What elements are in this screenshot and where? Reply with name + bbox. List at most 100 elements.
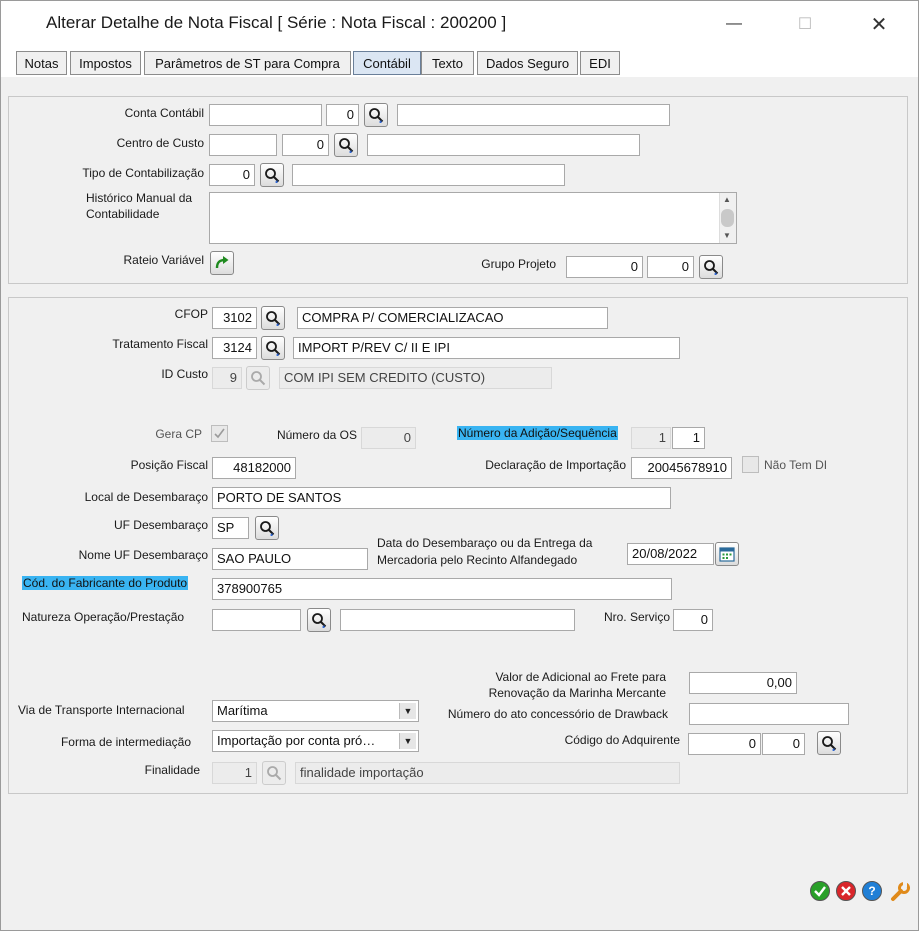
via-transporte-label: Via de Transporte Internacional xyxy=(18,703,185,717)
historico-scrollbar[interactable]: ▲ ▼ xyxy=(719,193,736,243)
grupo-projeto-field-2[interactable]: 0 xyxy=(647,256,694,278)
scroll-up-icon[interactable]: ▲ xyxy=(723,195,731,204)
ok-button[interactable] xyxy=(810,881,830,901)
forma-intermediacao-label: Forma de intermediação xyxy=(60,735,191,749)
cod-fabricante-field[interactable]: 378900765 xyxy=(212,578,672,600)
tab-parametros-st[interactable]: Parâmetros de ST para Compra xyxy=(144,51,351,75)
grupo-projeto-field-1[interactable]: 0 xyxy=(566,256,643,278)
centro-custo-description-field[interactable] xyxy=(367,134,640,156)
tab-notas[interactable]: Notas xyxy=(16,51,67,75)
adicao-field-2[interactable]: 1 xyxy=(672,427,705,449)
wrench-icon xyxy=(891,882,910,901)
uf-desembaraco-field[interactable]: SP xyxy=(212,517,249,539)
adquirente-field-1[interactable]: 0 xyxy=(688,733,761,755)
natureza-code-field[interactable] xyxy=(212,609,301,631)
historico-label-line1: Histórico Manual da xyxy=(86,191,193,205)
natureza-description-field[interactable] xyxy=(340,609,575,631)
adquirente-field-2[interactable]: 0 xyxy=(762,733,805,755)
tab-texto[interactable]: Texto xyxy=(421,51,474,75)
adquirente-search-button[interactable] xyxy=(817,731,841,755)
scroll-thumb[interactable] xyxy=(721,209,734,227)
cfop-code-field[interactable]: 3102 xyxy=(212,307,257,329)
finalidade-search-button xyxy=(262,761,286,785)
numero-os-label: Número da OS xyxy=(276,428,357,442)
close-icon: ✕ xyxy=(870,13,888,36)
tab-impostos[interactable]: Impostos xyxy=(70,51,141,75)
declaracao-field[interactable]: 20045678910 xyxy=(631,457,732,479)
date-picker-button[interactable] xyxy=(715,542,739,566)
rateio-label: Rateio Variável xyxy=(123,253,204,267)
minimize-icon: — xyxy=(726,15,742,32)
maximize-icon: ☐ xyxy=(797,16,813,33)
uf-desembaraco-label: UF Desembaraço xyxy=(113,518,208,532)
tab-dados-seguro[interactable]: Dados Seguro xyxy=(477,51,578,75)
tab-contabil[interactable]: Contábil xyxy=(353,51,421,75)
grupo-projeto-search-button[interactable] xyxy=(699,255,723,279)
drawback-label: Número do ato concessório de Drawback xyxy=(447,707,668,721)
data-desembaraco-label-line2: Mercadoria pelo Recinto Alfandegado xyxy=(377,553,578,567)
search-icon xyxy=(369,108,384,123)
drawback-field[interactable] xyxy=(689,703,849,725)
nao-tem-di-label: Não Tem DI xyxy=(764,458,828,472)
centro-custo-label: Centro de Custo xyxy=(116,136,204,150)
help-button[interactable]: ? xyxy=(862,881,882,901)
tratamento-fiscal-search-button[interactable] xyxy=(261,336,285,360)
data-desembaraco-field[interactable]: 20/08/2022 xyxy=(627,543,714,565)
tipo-contabilizacao-search-button[interactable] xyxy=(260,163,284,187)
nro-servico-field[interactable]: 0 xyxy=(673,609,713,631)
tipo-contabilizacao-description-field[interactable] xyxy=(292,164,565,186)
finalidade-code-field: 1 xyxy=(212,762,257,784)
scroll-down-icon[interactable]: ▼ xyxy=(723,231,731,240)
posicao-fiscal-label: Posição Fiscal xyxy=(130,458,208,472)
conta-contabil-number-field[interactable]: 0 xyxy=(326,104,359,126)
declaracao-label: Declaração de Importação xyxy=(485,458,626,472)
maximize-button[interactable]: ☐ xyxy=(782,7,828,41)
chevron-down-icon[interactable]: ▼ xyxy=(399,703,416,719)
natureza-search-button[interactable] xyxy=(307,608,331,632)
natureza-label: Natureza Operação/Prestação xyxy=(22,610,185,624)
id-custo-description-field: COM IPI SEM CREDITO (CUSTO) xyxy=(279,367,552,389)
adquirente-label: Código do Adquirente xyxy=(564,733,680,747)
search-icon xyxy=(267,766,282,781)
search-icon xyxy=(265,168,280,183)
historico-label-line2: Contabilidade xyxy=(86,207,160,221)
centro-custo-number-field[interactable]: 0 xyxy=(282,134,329,156)
nome-uf-field[interactable]: SAO PAULO xyxy=(212,548,368,570)
id-custo-search-button xyxy=(246,366,270,390)
conta-contabil-label: Conta Contábil xyxy=(124,106,204,120)
tipo-contabilizacao-field[interactable]: 0 xyxy=(209,164,255,186)
grupo-projeto-label: Grupo Projeto xyxy=(481,257,556,271)
via-transporte-value: Marítima xyxy=(217,703,268,718)
rateio-button[interactable] xyxy=(210,251,234,275)
cod-fabricante-label: Cód. do Fabricante do Produto xyxy=(22,576,189,590)
forma-intermediacao-value: Importação por conta pró… xyxy=(217,733,376,748)
cfop-description-field[interactable]: COMPRA P/ COMERCIALIZACAO xyxy=(297,307,608,329)
centro-custo-search-button[interactable] xyxy=(334,133,358,157)
conta-contabil-description-field[interactable] xyxy=(397,104,670,126)
local-desembaraco-field[interactable]: PORTO DE SANTOS xyxy=(212,487,671,509)
minimize-button[interactable]: — xyxy=(711,7,757,41)
forma-intermediacao-select[interactable]: Importação por conta pró… ▼ xyxy=(212,730,419,752)
tratamento-fiscal-description-field[interactable]: IMPORT P/REV C/ II E IPI xyxy=(293,337,680,359)
via-transporte-select[interactable]: Marítima ▼ xyxy=(212,700,419,722)
nao-tem-di-checkbox[interactable] xyxy=(742,456,759,473)
cfop-search-button[interactable] xyxy=(261,306,285,330)
tab-edi[interactable]: EDI xyxy=(580,51,620,75)
tools-button[interactable] xyxy=(889,881,911,903)
id-custo-code-field: 9 xyxy=(212,367,242,389)
cancel-button[interactable] xyxy=(836,881,856,901)
search-icon xyxy=(312,613,327,628)
frete-adicional-field[interactable]: 0,00 xyxy=(689,672,797,694)
historico-textarea[interactable] xyxy=(209,192,737,244)
conta-contabil-code-field[interactable] xyxy=(209,104,322,126)
close-button[interactable]: ✕ xyxy=(856,7,902,41)
centro-custo-code-field[interactable] xyxy=(209,134,277,156)
title-bar: Alterar Detalhe de Nota Fiscal [ Série :… xyxy=(1,1,918,46)
conta-contabil-search-button[interactable] xyxy=(364,103,388,127)
posicao-fiscal-field[interactable]: 48182000 xyxy=(212,457,296,479)
tratamento-fiscal-code-field[interactable]: 3124 xyxy=(212,337,257,359)
search-icon xyxy=(266,311,281,326)
chevron-down-icon[interactable]: ▼ xyxy=(399,733,416,749)
search-icon xyxy=(822,736,837,751)
uf-desembaraco-search-button[interactable] xyxy=(255,516,279,540)
